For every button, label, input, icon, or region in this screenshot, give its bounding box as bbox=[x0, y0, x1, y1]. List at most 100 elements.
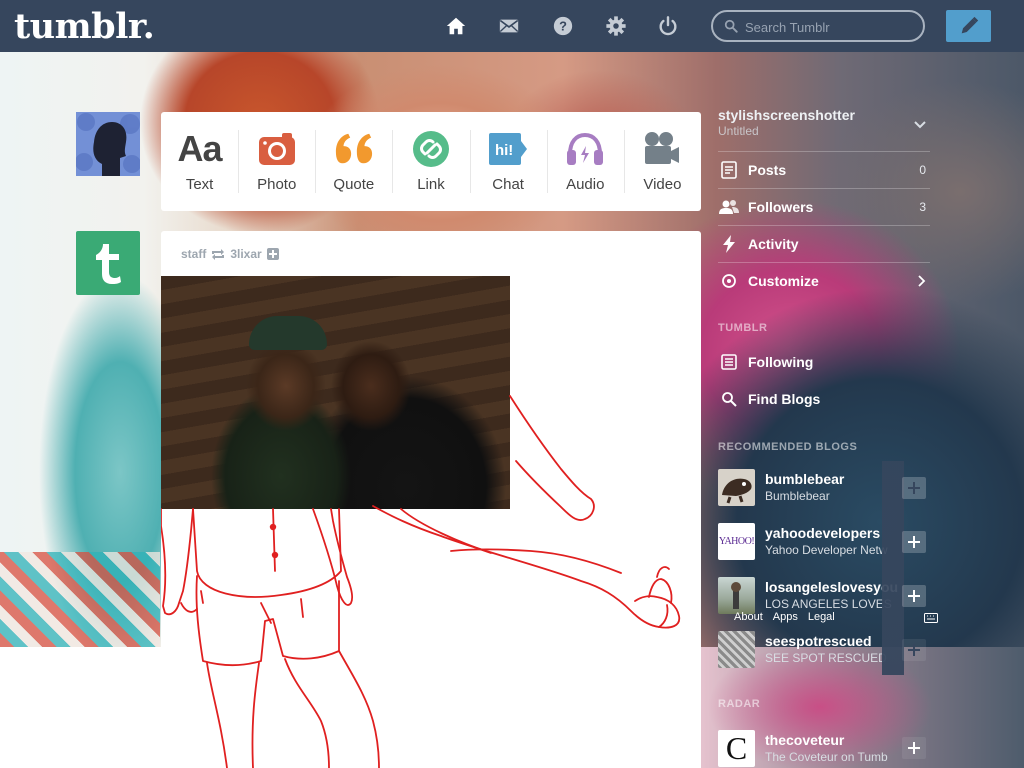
sidebar-item-label: Activity bbox=[748, 236, 799, 252]
post-header: staff 3lixar bbox=[181, 246, 279, 262]
sidebar-item-label: Following bbox=[748, 353, 814, 370]
follow-button[interactable] bbox=[902, 639, 926, 661]
compose-post-button[interactable] bbox=[946, 10, 991, 42]
pencil-icon bbox=[961, 16, 978, 34]
staff-avatar[interactable] bbox=[76, 231, 140, 295]
plus-icon bbox=[268, 250, 277, 258]
sidebar-item-posts[interactable]: Posts 0 bbox=[718, 151, 930, 188]
sidebar-item-label: Followers bbox=[748, 199, 814, 215]
plus-icon bbox=[908, 482, 920, 494]
chat-icon: hi! bbox=[488, 130, 528, 168]
plus-icon bbox=[908, 536, 920, 548]
recommended-blogs-heading: RECOMMENDED BLOGS bbox=[718, 441, 858, 453]
quote-icon bbox=[334, 130, 374, 168]
sidebar-section-heading: TUMBLR bbox=[718, 322, 768, 334]
new-link-post-button[interactable]: Link bbox=[392, 112, 469, 211]
follow-button[interactable] bbox=[902, 531, 926, 553]
activity-icon bbox=[718, 235, 740, 253]
sidebar-item-find-blogs[interactable]: Find Blogs bbox=[718, 380, 930, 417]
search-input[interactable] bbox=[745, 18, 915, 36]
blog-title: The Coveteur on Tumb bbox=[765, 750, 888, 764]
sidebar-item-following[interactable]: Following bbox=[718, 343, 930, 380]
sidebar-item-label: Find Blogs bbox=[748, 390, 821, 407]
blog-avatar: C bbox=[718, 730, 755, 767]
user-avatar[interactable] bbox=[76, 112, 140, 176]
photo-cap-shape bbox=[249, 316, 327, 350]
follow-column-backdrop bbox=[882, 461, 904, 675]
posts-icon bbox=[718, 161, 740, 179]
text-icon: Aa bbox=[177, 128, 223, 169]
plus-icon bbox=[908, 742, 920, 754]
plus-icon bbox=[908, 644, 920, 656]
sidebar-item-customize[interactable]: Customize bbox=[718, 262, 930, 299]
gear-icon[interactable] bbox=[604, 14, 628, 38]
footer-link-about[interactable]: About bbox=[734, 611, 763, 623]
blog-avatar bbox=[718, 469, 755, 506]
plus-icon bbox=[908, 590, 920, 602]
radar-heading: RADAR bbox=[718, 698, 761, 710]
blog-avatar: YAHOO! bbox=[718, 523, 755, 560]
silhouette-avatar-icon bbox=[76, 112, 140, 176]
sidebar-item-label: Posts bbox=[748, 162, 787, 178]
footer-link-apps[interactable]: Apps bbox=[773, 611, 798, 623]
blog-name: thecoveteur bbox=[765, 732, 845, 748]
new-video-post-button[interactable]: Video bbox=[623, 112, 701, 211]
camera-icon bbox=[257, 130, 297, 168]
follow-button[interactable] bbox=[902, 477, 926, 499]
reblogged-from-link[interactable]: 3lixar bbox=[230, 247, 261, 261]
post-author-link[interactable]: staff bbox=[181, 247, 206, 261]
video-camera-icon bbox=[642, 130, 682, 168]
followers-count: 3 bbox=[919, 200, 926, 214]
sidebar-item-followers[interactable]: Followers 3 bbox=[718, 188, 930, 225]
mail-icon[interactable] bbox=[497, 14, 521, 38]
blog-avatar bbox=[718, 631, 755, 668]
post-type-label: Video bbox=[643, 176, 682, 193]
post-type-label: Chat bbox=[492, 176, 524, 193]
link-icon bbox=[411, 130, 451, 168]
new-audio-post-button[interactable]: Audio bbox=[546, 112, 624, 211]
sidebar-item-activity[interactable]: Activity bbox=[718, 225, 930, 262]
post-type-selector: Aa Text Photo Quote Link hi! Chat Audio bbox=[161, 112, 701, 211]
new-photo-post-button[interactable]: Photo bbox=[238, 112, 315, 211]
chevron-right-icon bbox=[918, 275, 926, 287]
help-icon[interactable]: ? bbox=[551, 14, 575, 38]
search-box[interactable] bbox=[711, 10, 925, 42]
find-blogs-icon bbox=[718, 390, 740, 408]
post-type-label: Audio bbox=[566, 176, 605, 193]
chevron-down-icon bbox=[914, 121, 926, 129]
new-quote-post-button[interactable]: Quote bbox=[315, 112, 392, 211]
post-type-label: Text bbox=[185, 176, 214, 193]
blog-name: stylishscreenshotter bbox=[718, 107, 855, 123]
follow-button[interactable] bbox=[902, 585, 926, 607]
reblog-icon bbox=[212, 248, 225, 260]
follow-reblog-source-button[interactable] bbox=[266, 248, 279, 260]
sidebar-footer-links: About Apps Legal bbox=[734, 611, 835, 623]
keyboard-icon[interactable] bbox=[924, 613, 938, 623]
footer-link-legal[interactable]: Legal bbox=[808, 611, 835, 623]
power-icon[interactable] bbox=[656, 14, 680, 38]
headphones-icon bbox=[565, 130, 605, 168]
top-navigation-bar: tumblr. ? bbox=[0, 0, 1024, 52]
blog-switcher[interactable]: stylishscreenshotter Untitled bbox=[718, 107, 930, 149]
follow-button[interactable] bbox=[902, 737, 926, 759]
customize-icon bbox=[718, 272, 740, 290]
radar-blog[interactable]: C thecoveteur The Coveteur on Tumb bbox=[718, 730, 930, 768]
post-photo[interactable] bbox=[161, 276, 510, 509]
new-text-post-button[interactable]: Aa Text bbox=[161, 112, 238, 211]
blog-avatar bbox=[718, 577, 755, 614]
new-chat-post-button[interactable]: hi! Chat bbox=[469, 112, 547, 211]
post-type-label: Quote bbox=[333, 176, 375, 193]
posts-count: 0 bbox=[919, 163, 926, 177]
post-type-label: Photo bbox=[257, 176, 297, 193]
background-pattern bbox=[0, 552, 160, 647]
svg-text:?: ? bbox=[559, 19, 567, 34]
search-icon bbox=[724, 19, 738, 33]
blog-title: Untitled bbox=[718, 124, 759, 138]
home-icon[interactable] bbox=[444, 14, 468, 38]
following-icon bbox=[718, 353, 740, 371]
followers-icon bbox=[718, 198, 740, 216]
post-type-label: Link bbox=[417, 176, 445, 193]
tumblr-logo[interactable]: tumblr. bbox=[14, 6, 155, 47]
tumblr-t-icon bbox=[96, 244, 121, 284]
sidebar-item-label: Customize bbox=[748, 273, 819, 289]
